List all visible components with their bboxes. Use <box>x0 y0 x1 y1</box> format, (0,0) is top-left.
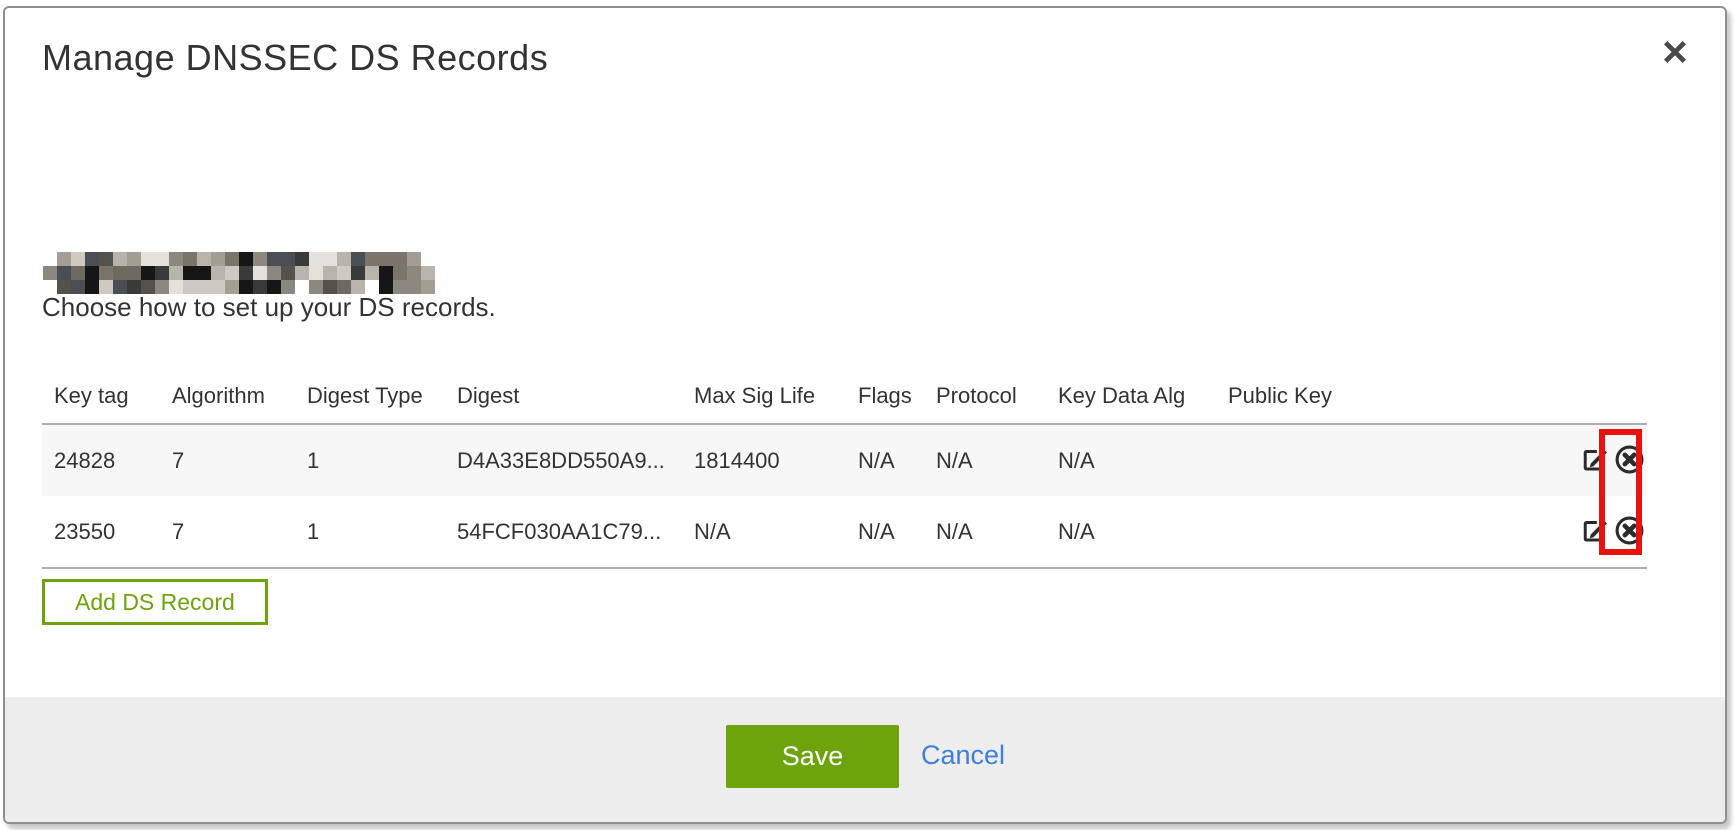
cell-key-data-alg: N/A <box>1046 424 1216 496</box>
edit-record-button[interactable] <box>1580 515 1610 548</box>
ds-record-row: 23550 7 1 54FCF030AA1C79... N/A N/A N/A … <box>42 496 1647 568</box>
table-header-row: Key tag Algorithm Digest Type Digest Max… <box>42 368 1647 424</box>
cell-digest-type: 1 <box>295 424 445 496</box>
cell-protocol: N/A <box>924 424 1046 496</box>
cell-actions <box>1550 496 1647 568</box>
cell-public-key <box>1216 496 1550 568</box>
cell-algorithm: 7 <box>160 424 295 496</box>
save-button[interactable]: Save <box>726 725 899 788</box>
edit-icon <box>1580 515 1610 545</box>
col-key-data-alg: Key Data Alg <box>1046 368 1216 424</box>
col-digest-type: Digest Type <box>295 368 445 424</box>
domain-name-redacted <box>43 252 435 294</box>
cell-algorithm: 7 <box>160 496 295 568</box>
cell-flags: N/A <box>846 424 924 496</box>
col-protocol: Protocol <box>924 368 1046 424</box>
col-algorithm: Algorithm <box>160 368 295 424</box>
cell-public-key <box>1216 424 1550 496</box>
close-icon <box>1659 36 1691 68</box>
cell-protocol: N/A <box>924 496 1046 568</box>
delete-icon <box>1614 515 1645 546</box>
col-max-sig-life: Max Sig Life <box>682 368 846 424</box>
edit-record-button[interactable] <box>1580 444 1610 477</box>
cell-key-tag: 24828 <box>42 424 160 496</box>
cell-digest: 54FCF030AA1C79... <box>445 496 682 568</box>
manage-dnssec-dialog: Manage DNSSEC DS Records Choose how to s… <box>3 6 1727 824</box>
cancel-link[interactable]: Cancel <box>921 740 1005 771</box>
col-actions <box>1550 368 1647 424</box>
col-key-tag: Key tag <box>42 368 160 424</box>
delete-icon <box>1614 444 1645 475</box>
dialog-footer: Save Cancel <box>5 697 1725 822</box>
cell-flags: N/A <box>846 496 924 568</box>
col-digest: Digest <box>445 368 682 424</box>
col-flags: Flags <box>846 368 924 424</box>
col-public-key: Public Key <box>1216 368 1550 424</box>
cell-key-data-alg: N/A <box>1046 496 1216 568</box>
instruction-text: Choose how to set up your DS records. <box>42 292 496 323</box>
cell-key-tag: 23550 <box>42 496 160 568</box>
delete-record-button[interactable] <box>1614 444 1645 478</box>
edit-icon <box>1580 444 1610 474</box>
ds-record-row: 24828 7 1 D4A33E8DD550A9... 1814400 N/A … <box>42 424 1647 496</box>
cell-actions <box>1550 424 1647 496</box>
close-button[interactable] <box>1655 32 1695 72</box>
cell-digest-type: 1 <box>295 496 445 568</box>
ds-records-table: Key tag Algorithm Digest Type Digest Max… <box>42 368 1647 569</box>
cell-max-sig-life: N/A <box>682 496 846 568</box>
add-ds-record-button[interactable]: Add DS Record <box>42 579 268 625</box>
delete-record-button[interactable] <box>1614 515 1645 549</box>
cell-digest: D4A33E8DD550A9... <box>445 424 682 496</box>
cell-max-sig-life: 1814400 <box>682 424 846 496</box>
dialog-title: Manage DNSSEC DS Records <box>42 36 548 79</box>
